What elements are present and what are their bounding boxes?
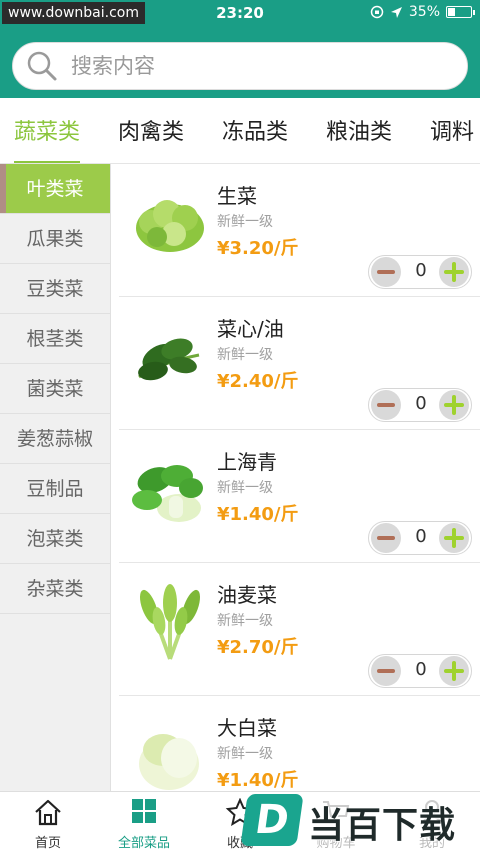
search-input[interactable] [71, 54, 431, 78]
product-price: ¥2.40/斤 [217, 371, 299, 392]
decrease-button[interactable] [371, 656, 401, 686]
product-name: 生菜 [217, 184, 257, 208]
decrease-button[interactable] [371, 257, 401, 287]
quantity-value: 0 [415, 393, 427, 414]
quantity-stepper: 0 [368, 654, 472, 688]
quantity-value: 0 [415, 260, 427, 281]
decrease-button[interactable] [371, 523, 401, 553]
subcategory-sidebar: 叶类菜 瓜果类 豆类菜 根茎类 菌类菜 姜葱蒜椒 豆制品 泡菜类 杂菜类 [0, 164, 111, 791]
status-indicators: 35% [370, 4, 475, 20]
home-icon [35, 799, 61, 826]
quantity-stepper: 0 [368, 255, 472, 289]
battery-percent: 35% [408, 4, 440, 20]
increase-button[interactable] [439, 656, 469, 686]
battery-icon [446, 6, 475, 18]
decrease-button[interactable] [371, 390, 401, 420]
nav-home[interactable]: 首页 [0, 792, 96, 853]
napa-cabbage-icon [139, 734, 199, 790]
sidebar-item-mushrooms[interactable]: 菌类菜 [0, 364, 110, 414]
product-item[interactable]: 菜心/油 新鲜一级 ¥2.40/斤 0 [119, 297, 480, 430]
quantity-stepper: 0 [368, 521, 472, 555]
lettuce-icon [136, 200, 204, 252]
increase-button[interactable] [439, 523, 469, 553]
quantity-value: 0 [415, 659, 427, 680]
bok-choy-icon [132, 465, 203, 522]
product-item[interactable]: 上海青 新鲜一级 ¥1.40/斤 0 [119, 430, 480, 563]
location-icon [390, 6, 402, 18]
rotation-lock-icon [370, 5, 384, 19]
sidebar-item-aromatics[interactable]: 姜葱蒜椒 [0, 414, 110, 464]
product-grade: 新鲜一级 [217, 746, 273, 762]
tab-seasoning[interactable]: 调料 [430, 98, 474, 163]
header: www.downbai.com 23:20 35% [0, 0, 480, 98]
choy-sum-icon [138, 338, 200, 381]
sidebar-item-tofu[interactable]: 豆制品 [0, 464, 110, 514]
product-price: ¥1.40/斤 [217, 770, 299, 791]
product-price: ¥1.40/斤 [217, 504, 299, 525]
watermark-logo-text: 当百下载 [308, 805, 457, 846]
product-price: ¥3.20/斤 [217, 238, 299, 259]
grid-icon [132, 799, 156, 823]
increase-button[interactable] [439, 390, 469, 420]
sidebar-item-leafy[interactable]: 叶类菜 [0, 164, 110, 214]
tab-meat-poultry[interactable]: 肉禽类 [118, 98, 184, 163]
product-name: 上海青 [217, 450, 277, 474]
search-icon [27, 51, 57, 81]
app-screen: www.downbai.com 23:20 35% 搜索内容 蔬菜类 肉禽类 冻… [0, 0, 480, 853]
battery-fill [448, 8, 456, 16]
nav-label: 全部菜品 [117, 836, 170, 851]
sidebar-item-roots[interactable]: 根茎类 [0, 314, 110, 364]
product-name: 油麦菜 [217, 583, 277, 607]
a-choy-icon [139, 584, 201, 660]
category-tabs: 蔬菜类 肉禽类 冻品类 粮油类 调料 [0, 98, 480, 164]
product-grade: 新鲜一级 [217, 347, 273, 363]
sidebar-item-misc[interactable]: 杂菜类 [0, 564, 110, 614]
product-name: 菜心/油 [217, 317, 284, 341]
product-list: 生菜 新鲜一级 ¥3.20/斤 0 菜心/油 新鲜一级 ¥2.40/斤 0 上海… [111, 164, 480, 791]
tab-grain-oil[interactable]: 粮油类 [326, 98, 392, 163]
tab-vegetables[interactable]: 蔬菜类 [14, 98, 81, 163]
watermark-logo: D 当百下载 [234, 790, 480, 853]
product-item[interactable]: 生菜 新鲜一级 ¥3.20/斤 0 [119, 164, 480, 297]
product-grade: 新鲜一级 [217, 214, 273, 230]
product-name: 大白菜 [217, 716, 277, 740]
sidebar-item-melon-fruit[interactable]: 瓜果类 [0, 214, 110, 264]
nav-label: 首页 [34, 836, 61, 851]
tab-frozen[interactable]: 冻品类 [222, 98, 288, 163]
nav-all-dishes[interactable]: 全部菜品 [96, 792, 192, 853]
product-grade: 新鲜一级 [217, 480, 273, 496]
quantity-stepper: 0 [368, 388, 472, 422]
search-bar[interactable] [12, 42, 468, 90]
product-price: ¥2.70/斤 [217, 637, 299, 658]
sidebar-item-beans[interactable]: 豆类菜 [0, 264, 110, 314]
status-bar: www.downbai.com 23:20 35% [0, 0, 480, 26]
quantity-value: 0 [415, 526, 427, 547]
product-item[interactable]: 大白菜 新鲜一级 ¥1.40/斤 [119, 696, 480, 791]
watermark-logo-mark: D [240, 794, 304, 846]
sidebar-item-pickles[interactable]: 泡菜类 [0, 514, 110, 564]
product-item[interactable]: 油麦菜 新鲜一级 ¥2.70/斤 0 [119, 563, 480, 696]
increase-button[interactable] [439, 257, 469, 287]
product-grade: 新鲜一级 [217, 613, 273, 629]
